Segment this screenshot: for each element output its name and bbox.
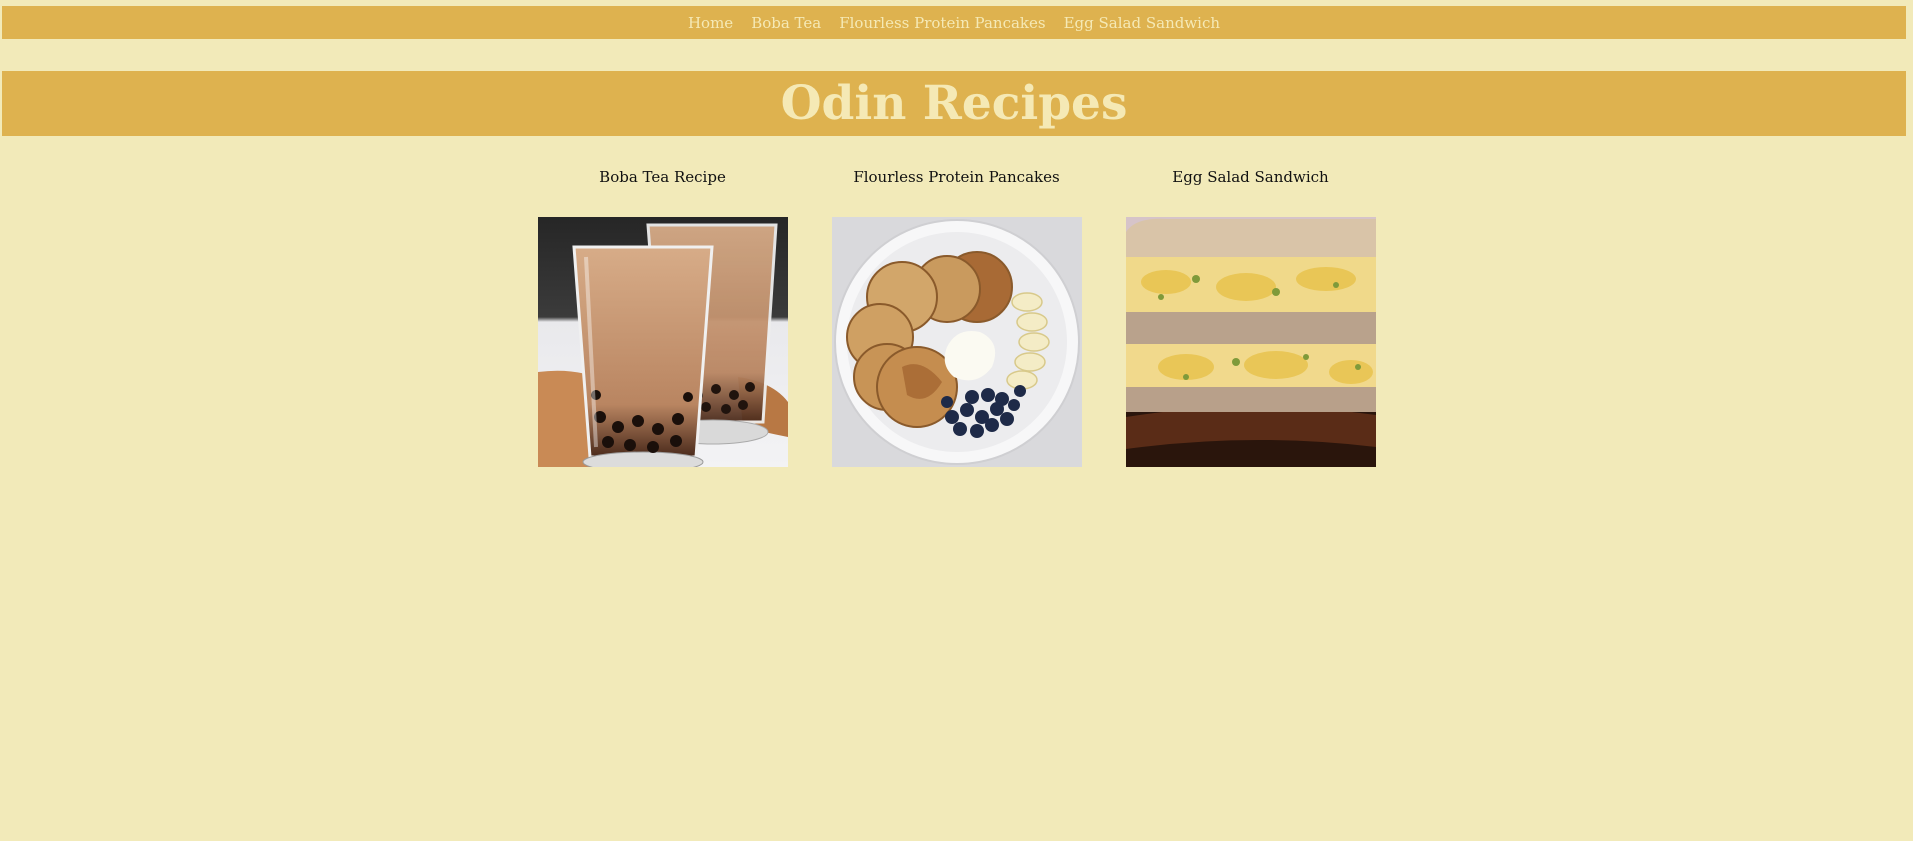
- boba-tea-photo[interactable]: [537, 217, 788, 467]
- recipe-title: Egg Salad Sandwich: [1172, 168, 1329, 186]
- nav-link-home[interactable]: Home: [688, 14, 733, 32]
- nav-link-egg-salad-sandwich[interactable]: Egg Salad Sandwich: [1064, 14, 1220, 32]
- recipe-grid: Boba Tea Recipe Flourless Protein Pancak…: [0, 164, 1913, 467]
- recipe-title: Boba Tea Recipe: [599, 168, 726, 186]
- recipe-card-boba-tea[interactable]: Boba Tea Recipe: [537, 164, 788, 467]
- nav-link-boba-tea[interactable]: Boba Tea: [751, 14, 821, 32]
- top-nav: Home Boba Tea Flourless Protein Pancakes…: [2, 6, 1906, 39]
- title-banner: Odin Recipes: [2, 71, 1906, 136]
- nav-link-protein-pancakes[interactable]: Flourless Protein Pancakes: [839, 14, 1045, 32]
- page-title: Odin Recipes: [780, 76, 1128, 131]
- protein-pancakes-photo[interactable]: [831, 217, 1082, 467]
- recipe-card-egg-salad-sandwich[interactable]: Egg Salad Sandwich: [1125, 164, 1376, 467]
- recipe-card-protein-pancakes[interactable]: Flourless Protein Pancakes: [831, 164, 1082, 467]
- recipe-title: Flourless Protein Pancakes: [853, 168, 1060, 186]
- egg-salad-sandwich-photo[interactable]: [1125, 217, 1376, 467]
